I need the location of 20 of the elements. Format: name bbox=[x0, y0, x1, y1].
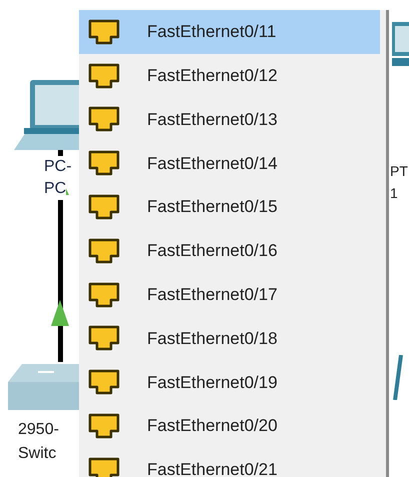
device-label: PT bbox=[390, 162, 408, 181]
cable-icon bbox=[393, 355, 403, 400]
ethernet-port-icon bbox=[88, 62, 120, 89]
ethernet-port-icon bbox=[88, 238, 120, 264]
device-label: 2950- bbox=[18, 420, 59, 440]
port-menu-item[interactable]: FastEthernet0/11 bbox=[79, 10, 380, 54]
device-label: Switc bbox=[18, 444, 56, 464]
device-label: PC bbox=[44, 178, 66, 200]
ethernet-port-icon bbox=[88, 194, 120, 220]
ethernet-port-icon bbox=[88, 413, 120, 440]
ethernet-port-icon bbox=[88, 106, 120, 132]
device-label: 1 bbox=[390, 184, 398, 203]
ethernet-port-icon bbox=[88, 282, 120, 308]
ethernet-port-icon bbox=[88, 369, 120, 396]
ethernet-port-icon bbox=[88, 18, 120, 45]
ethernet-port-icon bbox=[88, 325, 120, 352]
laptop-icon bbox=[392, 22, 409, 66]
ethernet-port-icon bbox=[88, 150, 120, 176]
device-label: PC- bbox=[44, 156, 72, 178]
ethernet-port-icon bbox=[88, 456, 120, 477]
